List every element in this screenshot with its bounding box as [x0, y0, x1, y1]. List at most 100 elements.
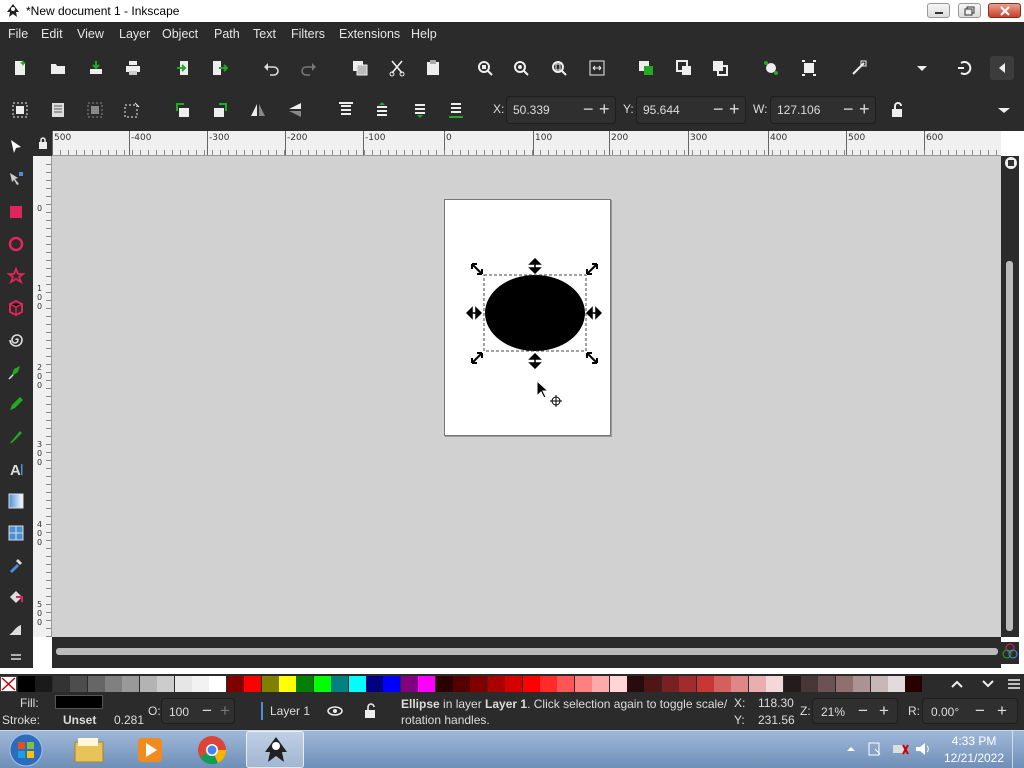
redo-icon[interactable] — [297, 56, 321, 80]
palette-swatch[interactable] — [557, 676, 575, 692]
palette-swatch[interactable] — [313, 676, 331, 692]
palette-swatch[interactable] — [157, 676, 175, 692]
palette-swatch[interactable] — [661, 676, 679, 692]
star-tool-icon[interactable] — [4, 264, 28, 288]
palette-swatch[interactable] — [366, 676, 383, 692]
palette-swatch[interactable] — [609, 676, 627, 692]
calligraphy-tool-icon[interactable] — [4, 425, 28, 449]
opacity-increment-icon[interactable]: + — [220, 701, 230, 721]
palette-swatch[interactable] — [679, 676, 697, 692]
open-file-icon[interactable] — [46, 56, 70, 80]
group-icon[interactable] — [634, 56, 658, 80]
palette-swatch[interactable] — [696, 676, 714, 692]
align-distribute-icon[interactable] — [797, 56, 821, 80]
show-desktop-button[interactable] — [1012, 731, 1024, 768]
select-all-layers-icon[interactable] — [46, 98, 70, 122]
scale-handle-top-icon[interactable] — [528, 258, 542, 274]
snap-toggle-icon[interactable] — [953, 56, 977, 80]
dropdown-arrow-icon[interactable] — [910, 56, 934, 80]
zoom-out-icon[interactable]: − — [858, 701, 868, 721]
import-icon[interactable] — [172, 56, 196, 80]
palette-swatch[interactable] — [888, 676, 905, 692]
palette-swatch[interactable] — [383, 676, 401, 692]
horizontal-ruler[interactable]: 500 -400 -300 -200 -100 0 100 200 300 400 500 600 — [52, 131, 1001, 156]
dropper-tool-icon[interactable] — [4, 553, 28, 577]
rotate-cw-step-icon[interactable]: + — [997, 701, 1007, 721]
collapse-panel-icon[interactable] — [990, 56, 1014, 80]
ellipse-tool-icon[interactable] — [4, 232, 28, 256]
scale-handle-bottom-left-icon[interactable] — [470, 351, 484, 365]
lower-to-bottom-icon[interactable] — [444, 98, 468, 122]
w-decrement-icon[interactable]: − — [843, 99, 854, 120]
gradient-tool-icon[interactable] — [4, 489, 28, 513]
palette-swatch[interactable] — [905, 676, 923, 692]
menu-extensions[interactable]: Extensions — [339, 27, 400, 41]
palette-scroll-up-icon[interactable] — [949, 676, 965, 692]
raise-icon[interactable] — [370, 98, 394, 122]
scale-handle-bottom-right-icon[interactable] — [585, 351, 599, 365]
palette-swatch[interactable] — [801, 676, 818, 692]
undo-icon[interactable] — [259, 56, 283, 80]
rotate-ccw-icon[interactable] — [171, 98, 195, 122]
inkscape-taskbar-button[interactable] — [246, 731, 304, 768]
palette-swatch[interactable] — [783, 676, 801, 692]
menu-text[interactable]: Text — [253, 27, 276, 41]
menu-path[interactable]: Path — [214, 27, 240, 41]
cut-icon[interactable] — [385, 56, 409, 80]
clock-date[interactable]: 12/21/2022 — [942, 751, 1006, 765]
palette-swatch[interactable] — [174, 676, 192, 692]
palette-swatch[interactable] — [35, 676, 53, 692]
y-field[interactable]: 95.644 − + — [636, 96, 746, 124]
no-paint-swatch-icon[interactable] — [0, 676, 17, 692]
palette-swatch[interactable] — [226, 676, 244, 692]
print-icon[interactable] — [121, 56, 145, 80]
palette-swatch[interactable] — [52, 676, 70, 692]
fill-stroke-icon[interactable] — [847, 56, 871, 80]
palette-swatch[interactable] — [348, 676, 366, 692]
flip-vertical-icon[interactable] — [283, 98, 307, 122]
scale-handle-top-right-icon[interactable] — [585, 262, 599, 276]
new-document-icon[interactable] — [8, 56, 32, 80]
file-explorer-icon[interactable] — [72, 734, 106, 766]
minimize-button[interactable] — [927, 3, 950, 18]
layer-lock-icon[interactable] — [363, 702, 379, 719]
palette-swatch[interactable] — [835, 676, 853, 692]
pencil-tool-icon[interactable] — [4, 392, 28, 416]
touch-select-icon[interactable] — [120, 98, 144, 122]
network-icon[interactable] — [891, 741, 909, 757]
stroke-width-value[interactable]: 0.281 — [114, 713, 144, 727]
zoom-field[interactable]: 21% − + — [812, 698, 898, 724]
tweak-tool-icon[interactable] — [4, 618, 28, 642]
pen-tool-icon[interactable] — [4, 360, 28, 384]
text-tool-icon[interactable]: A — [4, 457, 28, 481]
palette-swatch[interactable] — [487, 676, 505, 692]
palette-swatch[interactable] — [122, 676, 140, 692]
show-hidden-icons-icon[interactable] — [845, 743, 857, 755]
restore-button[interactable] — [958, 3, 981, 18]
3d-box-tool-icon[interactable] — [4, 296, 28, 320]
palette-swatch[interactable] — [470, 676, 488, 692]
scale-handle-top-left-icon[interactable] — [470, 262, 484, 276]
zoom-selection-icon[interactable] — [473, 56, 497, 80]
menu-edit[interactable]: Edit — [41, 27, 63, 41]
palette-swatch[interactable] — [592, 676, 610, 692]
menu-filters[interactable]: Filters — [291, 27, 325, 41]
lower-icon[interactable] — [408, 98, 432, 122]
lock-guides-icon[interactable] — [38, 137, 48, 150]
mesh-tool-icon[interactable] — [4, 521, 28, 545]
opacity-decrement-icon[interactable]: − — [202, 701, 212, 721]
opacity-field[interactable]: 100 − + — [161, 698, 235, 724]
raise-to-top-icon[interactable] — [334, 98, 358, 122]
fill-swatch[interactable] — [55, 695, 103, 709]
clone-icon[interactable] — [708, 56, 732, 80]
palette-swatch[interactable] — [296, 676, 314, 692]
palette-swatch[interactable] — [714, 676, 731, 692]
chrome-browser-icon[interactable] — [196, 734, 228, 766]
media-player-icon[interactable] — [134, 734, 166, 766]
palette-swatch[interactable] — [209, 676, 227, 692]
menu-object[interactable]: Object — [162, 27, 198, 41]
save-icon[interactable] — [84, 56, 108, 80]
palette-swatch[interactable] — [331, 676, 349, 692]
zoom-page-width-icon[interactable] — [585, 56, 609, 80]
zoom-drawing-icon[interactable] — [509, 56, 533, 80]
